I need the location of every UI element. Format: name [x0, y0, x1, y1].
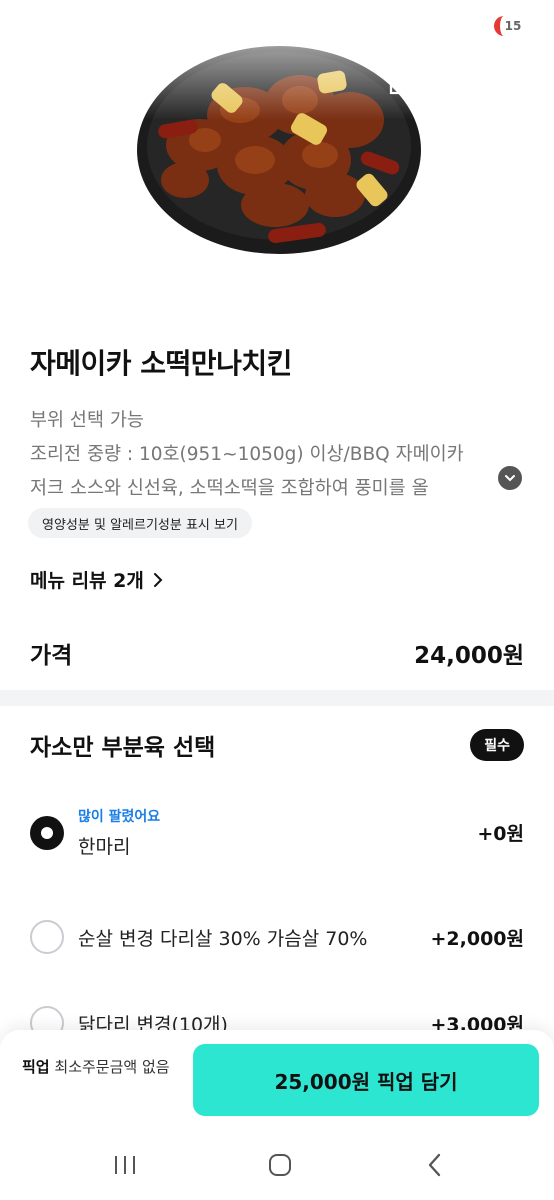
- product-description: 부위 선택 가능 조리전 중량 : 10호(951~1050g) 이상/BBQ …: [30, 404, 510, 506]
- system-nav-bar: [0, 1140, 554, 1190]
- option-group-header: 자소만 부분육 선택 필수: [30, 728, 524, 762]
- home-button[interactable]: [260, 1150, 300, 1180]
- carrier-label: SKT: [34, 15, 69, 37]
- option-label: 순살 변경 다리살 30% 가슴살 70%: [78, 927, 368, 950]
- review-link-label: 메뉴 리뷰 2개: [30, 570, 144, 592]
- mute-icon: [410, 15, 428, 38]
- option-item[interactable]: 많이 팔렸어요 한마리 +0원: [30, 806, 524, 859]
- home-icon: [269, 1154, 291, 1176]
- popular-tag: 많이 팔렸어요: [78, 809, 161, 825]
- pickup-min-order: 최소주문금액 없음: [54, 1058, 170, 1076]
- section-divider: [0, 690, 554, 706]
- network-label: 5G: [438, 19, 454, 33]
- search-button[interactable]: [436, 62, 480, 106]
- product-title: 자메이카 소떡만나치킨: [30, 347, 292, 380]
- price-row: 가격 24,000원: [30, 636, 524, 670]
- cart-button[interactable]: [494, 62, 538, 106]
- menu-review-link[interactable]: 메뉴 리뷰 2개: [30, 566, 164, 593]
- battery-indicator: 15: [494, 16, 526, 36]
- description-line: 조리전 중량 : 10호(951~1050g) 이상/BBQ 자메이카: [30, 444, 464, 465]
- product-info: 자메이카 소떡만나치킨 부위 선택 가능 조리전 중량 : 10호(951~10…: [0, 318, 554, 506]
- bottom-action-bar: 픽업 최소주문금액 없음 25,000원 픽업 담기: [0, 1030, 554, 1200]
- chevron-right-icon: [153, 572, 163, 587]
- back-arrow-icon: [27, 74, 49, 94]
- nutrition-info-chip[interactable]: 영양성분 및 알레르기성분 표시 보기: [28, 508, 252, 538]
- radio-button[interactable]: [30, 815, 64, 850]
- status-bar: SKT 21:03 • 5G 15: [0, 0, 554, 52]
- required-badge: 필수: [470, 729, 524, 761]
- share-icon: [389, 73, 411, 95]
- signal-icon: [464, 15, 484, 37]
- share-button[interactable]: [378, 62, 422, 106]
- option-group-title: 자소만 부분육 선택: [30, 735, 216, 761]
- recent-apps-icon: [115, 1156, 135, 1174]
- description-line: 저크 소스와 신선육, 소떡소떡을 조합하여 풍미를 올: [30, 478, 429, 499]
- top-nav: [0, 62, 554, 106]
- notification-icon: •: [149, 15, 161, 37]
- option-item[interactable]: 순살 변경 다리살 30% 가슴살 70% +2,000원: [30, 920, 524, 954]
- price-value: 24,000원: [414, 643, 524, 669]
- system-back-button[interactable]: [415, 1150, 455, 1180]
- back-button[interactable]: [16, 62, 60, 106]
- expand-description-button[interactable]: [498, 466, 522, 490]
- product-hero: SKT 21:03 • 5G 15: [0, 0, 554, 318]
- chevron-down-icon: [505, 475, 515, 482]
- price-label: 가격: [30, 643, 73, 669]
- recent-apps-button[interactable]: [105, 1150, 145, 1180]
- description-line: 부위 선택 가능: [30, 410, 144, 431]
- option-label: 한마리: [78, 836, 131, 858]
- search-icon: [446, 72, 470, 96]
- pickup-title: 픽업: [22, 1058, 50, 1076]
- system-back-icon: [428, 1153, 441, 1177]
- option-price: +0원: [477, 823, 524, 845]
- add-to-pickup-button[interactable]: 25,000원 픽업 담기: [193, 1044, 539, 1116]
- cart-icon: [504, 72, 530, 95]
- pickup-info: 픽업 최소주문금액 없음: [22, 1054, 172, 1080]
- option-price: +2,000원: [430, 927, 525, 950]
- radio-button[interactable]: [30, 920, 64, 954]
- clock: 21:03: [78, 15, 140, 37]
